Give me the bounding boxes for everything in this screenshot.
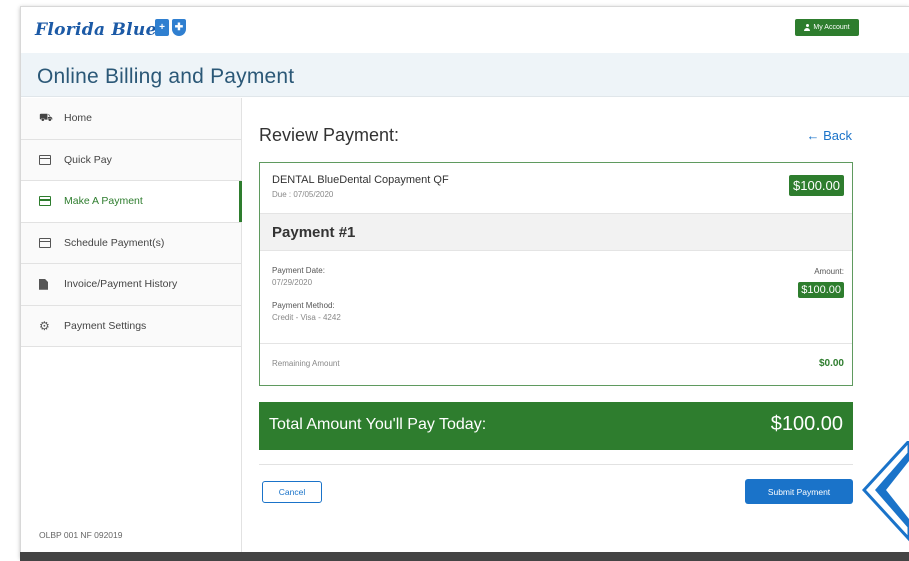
sidebar-item-label: Home — [64, 112, 93, 125]
payment-method-label: Payment Method: — [272, 301, 335, 310]
my-account-button[interactable]: My Account — [795, 19, 859, 36]
florida-blue-logo[interactable]: Florida Blue — [35, 20, 157, 40]
bill-item-name: DENTAL BlueDental Copayment QF — [272, 174, 449, 186]
sidebar-item-label: Schedule Payment(s) — [64, 236, 165, 249]
sidebar-item-label: Invoice/Payment History — [64, 278, 178, 291]
cancel-button[interactable]: Cancel — [262, 481, 322, 503]
total-amount-value: $100.00 — [770, 413, 843, 435]
sidebar-item-label: Quick Pay — [64, 153, 112, 166]
sidebar-item-label: Payment Settings — [64, 319, 147, 332]
browser-page: Florida Blue + ✚ My Account Online Billi… — [20, 6, 909, 558]
remaining-amount-row: Remaining Amount $0.00 — [260, 343, 852, 385]
payment-header: Payment #1 — [260, 213, 852, 251]
credit-card-icon — [39, 196, 51, 207]
review-title: Review Payment: — [259, 125, 400, 145]
my-account-label: My Account — [813, 24, 850, 31]
blue-shield-icon: ✚ — [172, 19, 186, 36]
credit-card-icon — [39, 154, 51, 165]
remaining-amount-value: $0.00 — [818, 358, 844, 369]
page-code: OLBP 001 NF 092019 — [39, 530, 123, 540]
title-bar: Online Billing and Payment — [21, 53, 909, 97]
person-icon — [804, 24, 811, 31]
sidebar: ⛟ Home Quick Pay Make A Payment Schedule… — [21, 98, 242, 558]
bill-due-date: Due : 07/05/2020 — [272, 190, 334, 199]
sidebar-item-invoice-history[interactable]: Invoice/Payment History — [21, 264, 241, 306]
sidebar-item-schedule-payments[interactable]: Schedule Payment(s) — [21, 222, 241, 264]
window-bottom-edge — [20, 552, 909, 561]
payment-title: Payment #1 — [272, 224, 356, 241]
payment-summary-card: DENTAL BlueDental Copayment QF Due : 07/… — [259, 162, 853, 386]
page-title: Online Billing and Payment — [37, 65, 295, 88]
payment-amount-badge: $100.00 — [798, 282, 844, 298]
divider — [259, 464, 853, 465]
payment-date-value: 07/29/2020 — [272, 278, 313, 287]
top-bar: Florida Blue + ✚ My Account — [21, 7, 909, 53]
sidebar-item-home[interactable]: ⛟ Home — [21, 98, 241, 140]
credit-card-icon — [39, 237, 51, 248]
remaining-amount-label: Remaining Amount — [272, 359, 340, 368]
payment-method-value: Credit - Visa - 4242 — [272, 313, 341, 322]
logo-marks: + ✚ — [155, 19, 186, 36]
back-link[interactable]: ← Back — [806, 128, 852, 143]
submit-payment-button[interactable]: Submit Payment — [745, 479, 853, 504]
amount-label: Amount: — [814, 267, 844, 276]
pointer-arrow-icon — [862, 441, 909, 542]
sidebar-item-quick-pay[interactable]: Quick Pay — [21, 139, 241, 181]
sidebar-item-payment-settings[interactable]: ⚙ Payment Settings — [21, 305, 241, 347]
blue-cross-icon: + — [155, 19, 169, 36]
total-amount-label: Total Amount You'll Pay Today: — [269, 416, 487, 433]
sidebar-item-label: Make A Payment — [64, 195, 143, 208]
bill-amount-badge: $100.00 — [789, 175, 844, 196]
gear-icon: ⚙ — [39, 318, 50, 333]
payment-date-label: Payment Date: — [272, 266, 325, 275]
total-amount-bar: Total Amount You'll Pay Today: $100.00 — [259, 402, 853, 450]
sidebar-item-make-a-payment[interactable]: Make A Payment — [21, 181, 242, 223]
home-icon: ⛟ — [39, 112, 53, 125]
document-icon — [39, 278, 48, 290]
